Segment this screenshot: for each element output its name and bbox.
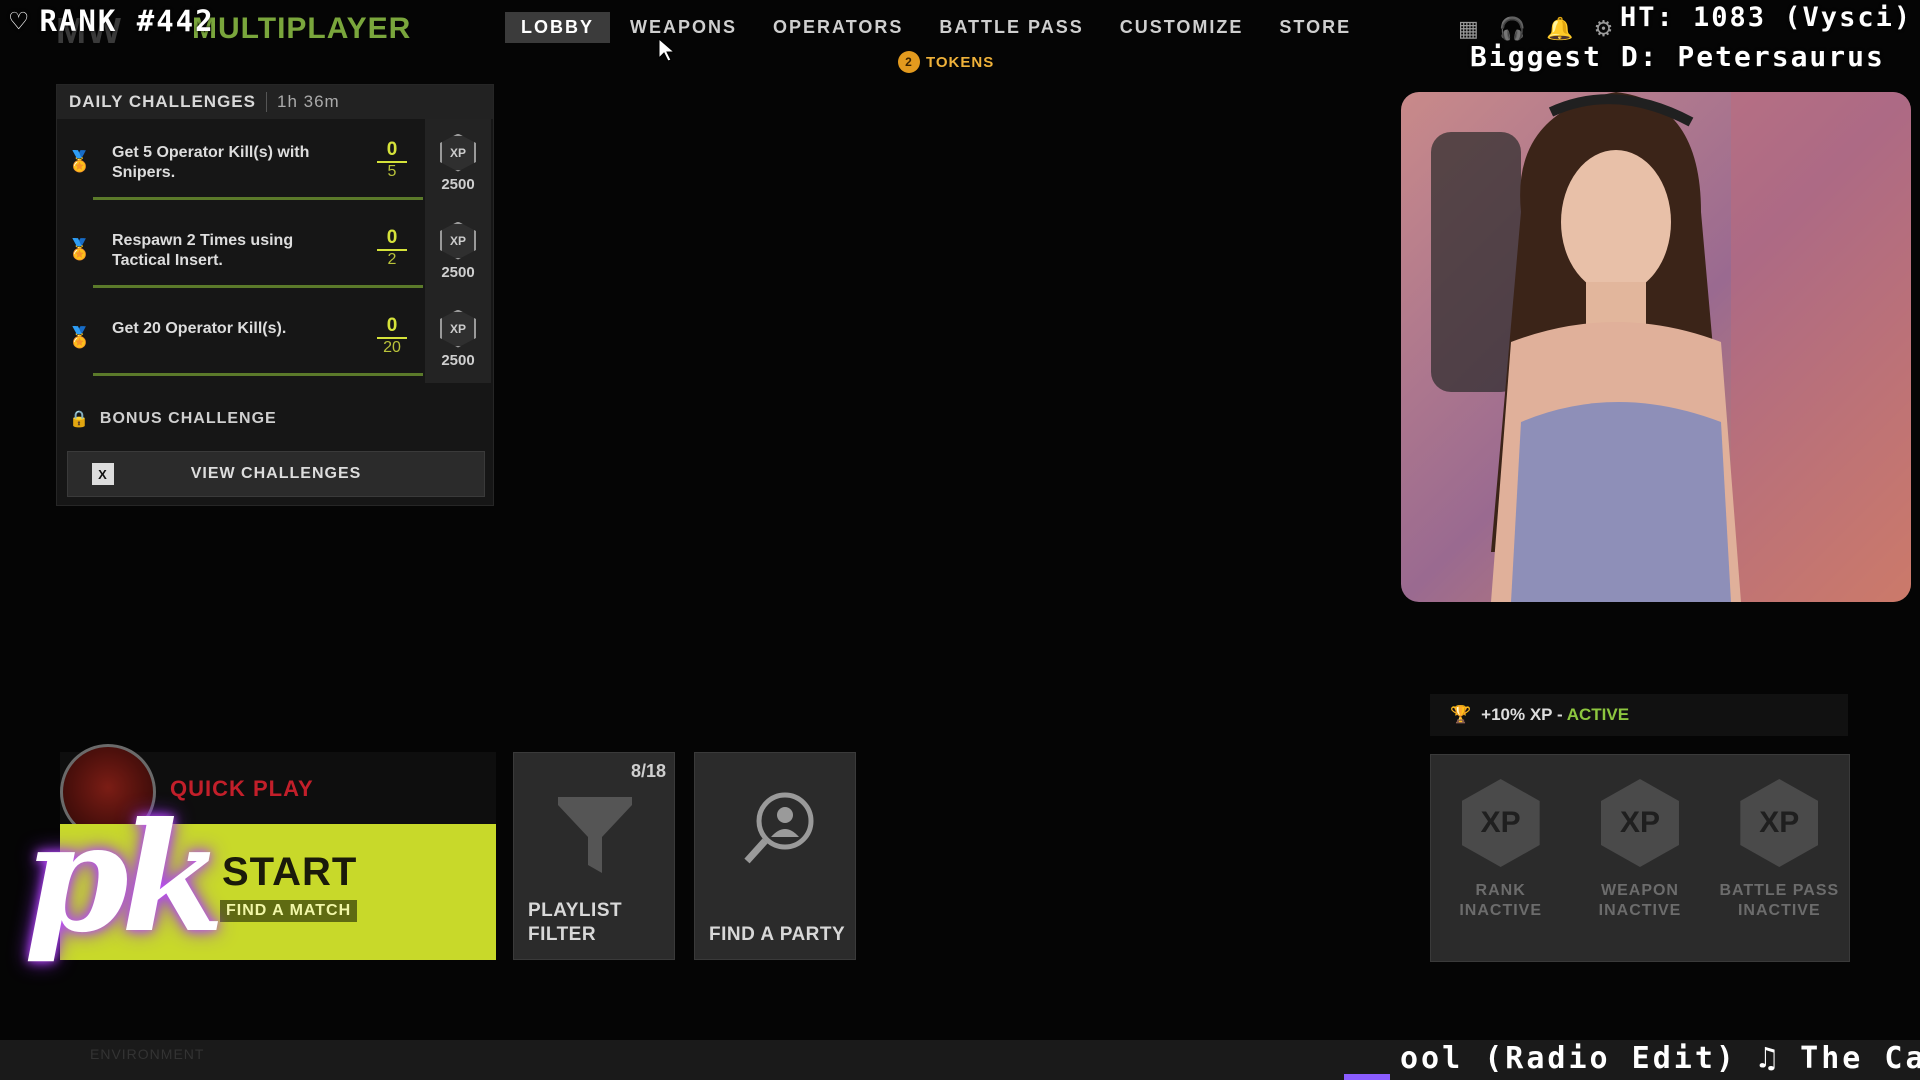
magnifier-party-icon — [744, 792, 814, 864]
reward-xp: 2500 — [441, 351, 475, 369]
header-divider — [265, 92, 267, 112]
view-challenges-button[interactable]: X VIEW CHALLENGES — [67, 451, 485, 497]
challenge-current: 0 — [377, 139, 407, 163]
keybind-x-icon: X — [92, 463, 114, 485]
challenge-reward: XP 2500 — [425, 119, 491, 207]
challenge-max: 5 — [387, 163, 397, 180]
rank-xp-boost[interactable]: XP RANK INACTIVE — [1431, 755, 1570, 961]
start-label: START — [222, 850, 358, 894]
find-a-party-button[interactable]: FIND A PARTY — [694, 752, 856, 960]
challenge-progress-bar — [93, 197, 423, 200]
xp-boost-text: +10% XP - ACTIVE — [1481, 705, 1630, 724]
find-a-party-label: FIND A PARTY — [709, 924, 846, 945]
tokens-label: TOKENS — [926, 53, 995, 71]
challenge-row[interactable]: 🏅 Get 20 Operator Kill(s). 0 20 XP 2500 — [57, 295, 493, 383]
battle-pass-xp-boost[interactable]: XP BATTLE PASS INACTIVE — [1710, 755, 1849, 961]
challenges-title: DAILY CHALLENGES — [69, 92, 256, 111]
ticker-accent — [1344, 1074, 1390, 1080]
xp-icon: XP — [440, 309, 476, 348]
bonus-challenge-label: BONUS CHALLENGE — [99, 410, 277, 427]
overlay-high-score: HT: 1083 (Vysci) — [1620, 2, 1913, 33]
playlist-filter-label: PLAYLIST FILTER — [528, 900, 623, 945]
tab-customize[interactable]: CUSTOMIZE — [1104, 12, 1260, 43]
settings-gear-icon[interactable]: ⚙ — [1594, 16, 1614, 42]
tab-operators[interactable]: OPERATORS — [757, 12, 919, 43]
game-mode-title: MULTIPLAYER — [192, 12, 412, 45]
challenges-timer: 1h 36m — [276, 92, 340, 111]
grid-menu-icon[interactable]: ▦ — [1458, 16, 1479, 42]
bonus-challenge: 🔒 BONUS CHALLENGE — [69, 409, 277, 429]
challenge-max: 20 — [383, 339, 401, 356]
tab-store[interactable]: STORE — [1263, 12, 1367, 43]
reward-xp: 2500 — [441, 263, 475, 281]
rank-text: RANK #442 — [39, 4, 215, 38]
xp-icon: XP — [440, 133, 476, 172]
battle-pass-xp-status: BATTLE PASS INACTIVE — [1719, 882, 1840, 919]
challenge-progress: 0 2 — [377, 227, 407, 269]
xp-icon: XP — [440, 221, 476, 260]
challenge-progress-bar — [93, 373, 423, 376]
xp-boost-status: 🏆 +10% XP - ACTIVE — [1430, 694, 1848, 736]
challenge-progress: 0 5 — [377, 139, 407, 181]
weapon-xp-icon: XP — [1600, 779, 1679, 867]
tokens-indicator[interactable]: 2 TOKENS — [898, 51, 994, 73]
headset-icon[interactable]: 🎧 — [1499, 16, 1526, 42]
weapon-xp-status: WEAPON INACTIVE — [1598, 882, 1682, 919]
playlist-count: 8/18 — [630, 761, 666, 781]
streamer-logo: pk — [24, 790, 225, 966]
challenges-header: DAILY CHALLENGES 1h 36m — [57, 85, 493, 119]
top-icons: ▦ 🎧 🔔 ⚙ — [1458, 16, 1613, 42]
main-nav-tabs: LOBBY WEAPONS OPERATORS BATTLE PASS CUST… — [505, 12, 1367, 43]
find-a-match-label: FIND A MATCH — [220, 900, 358, 922]
rank-xp-status: RANK INACTIVE — [1459, 882, 1542, 919]
challenge-max: 2 — [387, 251, 397, 268]
playlist-filter-button[interactable]: 8/18 PLAYLIST FILTER — [513, 752, 675, 960]
challenge-row[interactable]: 🏅 Respawn 2 Times using Tactical Insert.… — [57, 207, 493, 295]
heart-icon: ♡ — [10, 4, 30, 38]
reward-xp: 2500 — [441, 175, 475, 193]
medal-icon: 🏅 — [67, 327, 92, 349]
challenge-progress-bar — [93, 285, 423, 288]
challenge-text: Get 20 Operator Kill(s). — [112, 320, 287, 337]
xp-boost-panel[interactable]: XP RANK INACTIVE XP WEAPON INACTIVE XP B… — [1430, 754, 1850, 962]
faint-footer-label: ENVIRONMENT — [90, 1046, 205, 1062]
now-playing-text: ool (Radio Edit) ♫ The Ca — [1400, 1041, 1920, 1076]
challenge-text: Respawn 2 Times using Tactical Insert. — [112, 232, 294, 269]
tab-weapons[interactable]: WEAPONS — [614, 12, 753, 43]
medal-icon: 🏅 — [67, 239, 92, 261]
trophy-icon: 🏆 — [1450, 705, 1472, 724]
challenge-current: 0 — [377, 227, 407, 251]
notification-bell-icon[interactable]: 🔔 — [1546, 16, 1573, 42]
lock-icon: 🔒 — [69, 411, 90, 428]
challenge-reward: XP 2500 — [425, 207, 491, 295]
rank-xp-icon: XP — [1461, 779, 1540, 867]
token-count-badge: 2 — [898, 51, 920, 73]
tab-battle-pass[interactable]: BATTLE PASS — [923, 12, 1099, 43]
view-challenges-label: VIEW CHALLENGES — [190, 465, 362, 482]
challenge-text: Get 5 Operator Kill(s) with Snipers. — [112, 144, 310, 181]
challenge-row[interactable]: 🏅 Get 5 Operator Kill(s) with Snipers. 0… — [57, 119, 493, 207]
overlay-rank: ♡ RANK #442 — [10, 4, 215, 38]
overlay-biggest-donor: Biggest D: Petersaurus — [1470, 40, 1885, 73]
daily-challenges-panel: DAILY CHALLENGES 1h 36m 🏅 Get 5 Operator… — [56, 84, 494, 506]
tab-lobby[interactable]: LOBBY — [505, 12, 610, 43]
challenge-current: 0 — [377, 315, 407, 339]
funnel-icon — [558, 797, 632, 873]
battle-pass-xp-icon: XP — [1740, 779, 1819, 867]
challenge-reward: XP 2500 — [425, 295, 491, 383]
challenge-progress: 0 20 — [377, 315, 407, 357]
webcam-feed — [1401, 92, 1911, 602]
weapon-xp-boost[interactable]: XP WEAPON INACTIVE — [1570, 755, 1709, 961]
medal-icon: 🏅 — [67, 151, 92, 173]
mouse-cursor-icon — [658, 38, 676, 62]
